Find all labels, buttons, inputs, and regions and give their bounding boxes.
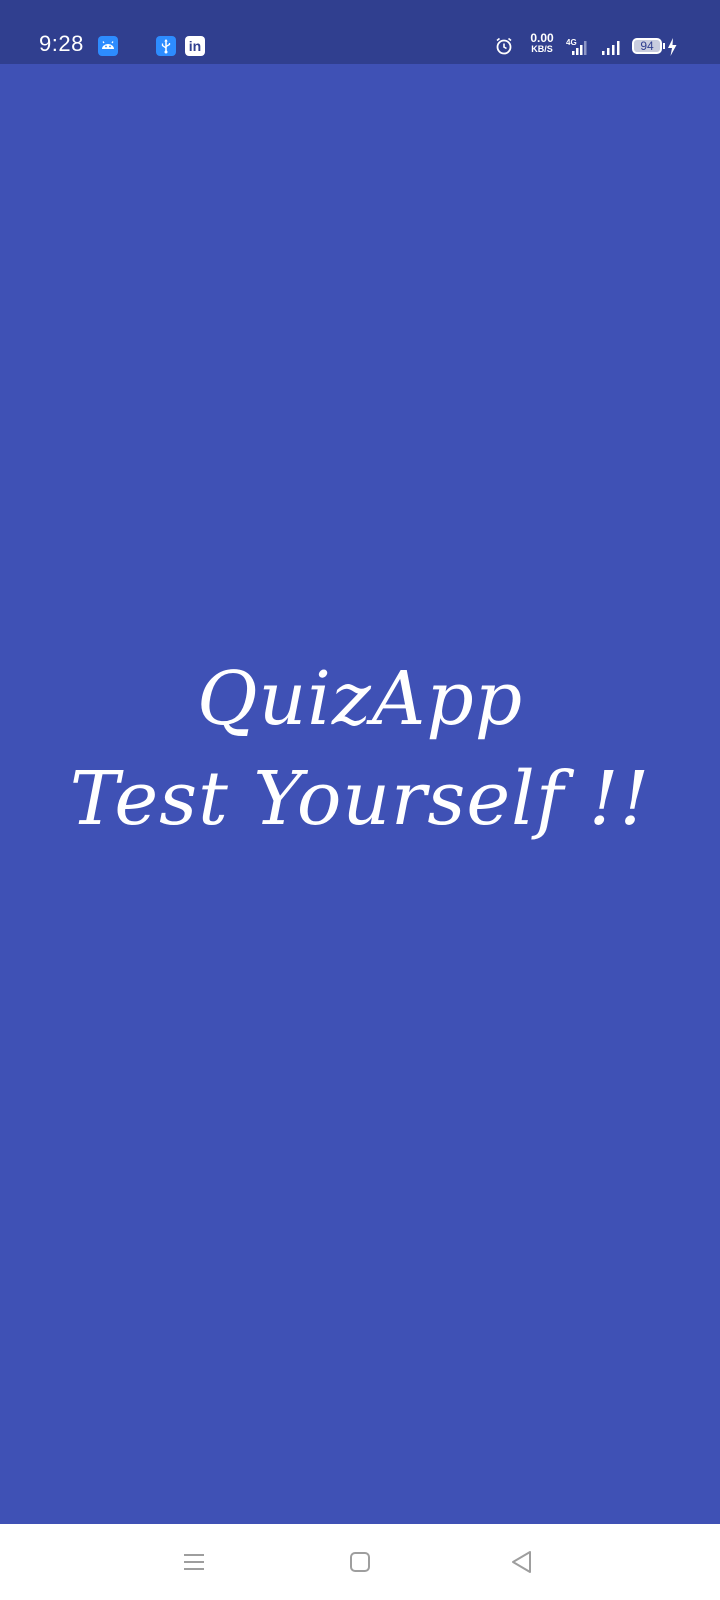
app-title: QuizApp — [196, 656, 524, 742]
alarm-icon — [496, 37, 512, 55]
status-time: 9:28 — [39, 31, 84, 56]
app-tagline: Test Yourself !! — [69, 756, 651, 842]
svg-text:4G: 4G — [566, 38, 577, 47]
signal-icon — [602, 41, 620, 55]
signal-4g-icon: 4G — [566, 38, 587, 55]
battery-icon: 94 — [632, 38, 662, 54]
back-icon[interactable] — [506, 1546, 538, 1578]
splash-screen: QuizApp Test Yourself !! — [0, 64, 720, 1524]
linkedin-icon: in — [185, 36, 205, 56]
status-bar: 9:28 in 0.00 KB/S 4G 94 — [0, 0, 720, 64]
navigation-bar — [0, 1524, 720, 1600]
usb-icon — [156, 36, 176, 56]
menu-icon[interactable] — [178, 1546, 210, 1578]
charging-icon — [668, 38, 677, 56]
android-icon — [98, 36, 118, 56]
battery-tip — [663, 43, 665, 49]
network-speed: 0.00 KB/S — [530, 31, 554, 54]
home-icon[interactable] — [344, 1546, 376, 1578]
